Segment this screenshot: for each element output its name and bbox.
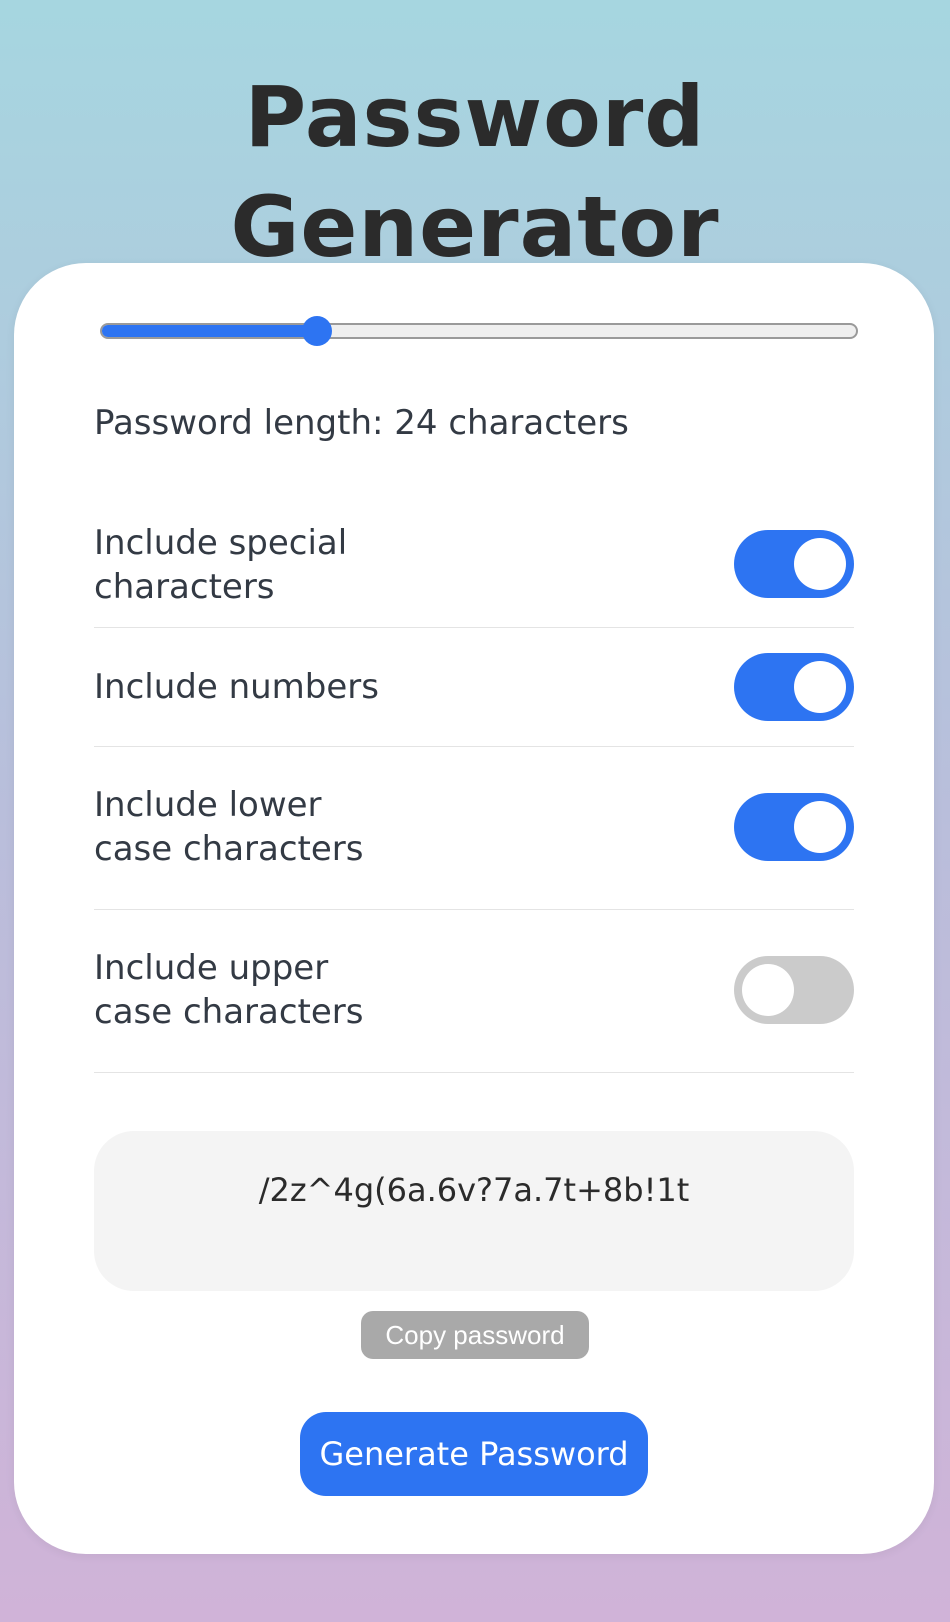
toggle-numbers[interactable] [734, 653, 854, 721]
slider-thumb[interactable] [301, 316, 332, 346]
option-label-lower-case: Include lower case characters [94, 785, 364, 869]
option-row-special-characters: Include special characters [94, 503, 854, 628]
copy-password-button[interactable]: Copy password [361, 1311, 589, 1359]
generate-password-button[interactable]: Generate Password [300, 1412, 648, 1496]
option-label-upper-case: Include upper case characters [94, 948, 364, 1032]
password-length-slider[interactable] [100, 316, 858, 346]
toggle-special-characters[interactable] [734, 530, 854, 598]
option-label-numbers: Include numbers [94, 667, 379, 707]
option-row-lower-case: Include lower case characters [94, 747, 854, 910]
option-row-numbers: Include numbers [94, 628, 854, 747]
toggle-knob [794, 661, 846, 713]
slider-fill [102, 325, 319, 337]
option-row-upper-case: Include upper case characters [94, 910, 854, 1073]
toggle-upper-case[interactable] [734, 956, 854, 1024]
option-label-special-characters: Include special characters [94, 523, 348, 607]
slider-track [100, 323, 858, 339]
toggle-knob [794, 538, 846, 590]
generated-password[interactable]: /2z^4g(6a.6v?7a.7t+8b!1t [94, 1171, 854, 1209]
password-output-box: /2z^4g(6a.6v?7a.7t+8b!1t [94, 1131, 854, 1291]
password-length-label: Password length: 24 characters [94, 403, 629, 443]
toggle-knob [742, 964, 794, 1016]
page-title: Password Generator [230, 68, 720, 276]
toggle-lower-case[interactable] [734, 793, 854, 861]
generator-card: Password length: 24 characters Include s… [14, 263, 934, 1554]
toggle-knob [794, 801, 846, 853]
